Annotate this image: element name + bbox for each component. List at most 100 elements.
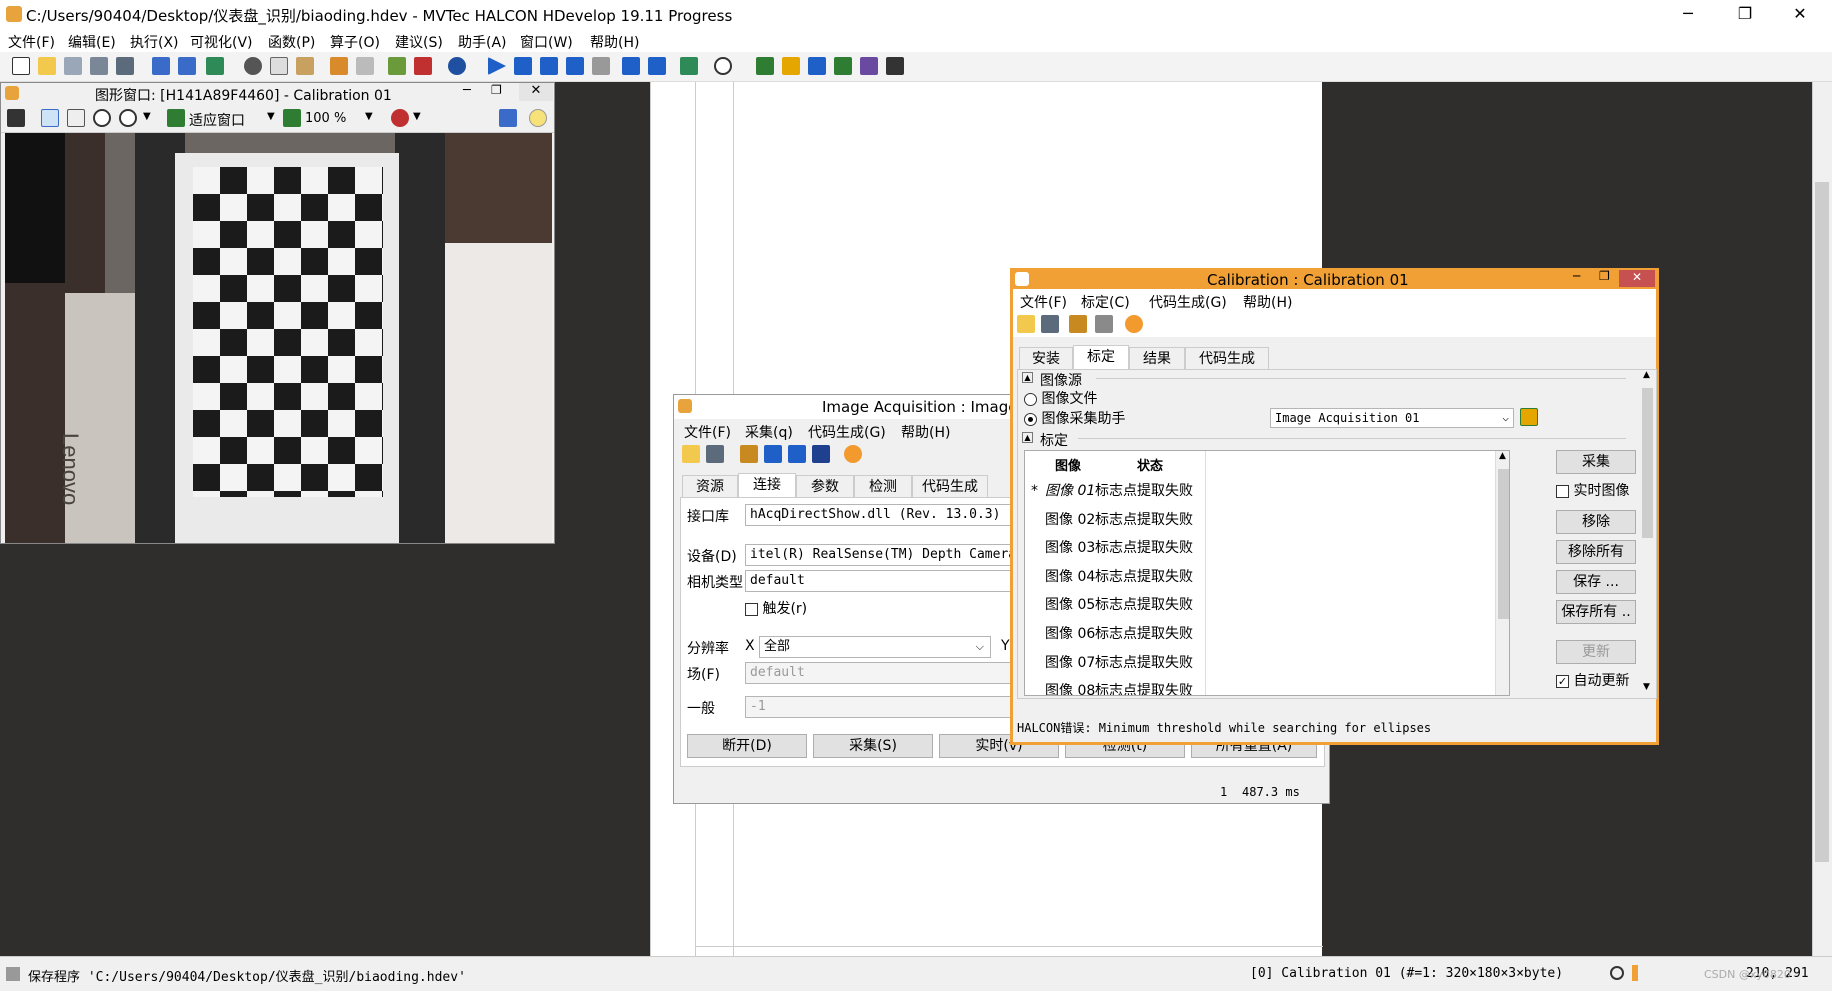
calib-minimize-button[interactable]: ─ [1573,269,1580,283]
menu-assistants[interactable]: 助手(A) [458,32,507,52]
redo-icon[interactable] [356,57,374,75]
help-icon[interactable] [844,445,862,463]
tab-results[interactable]: 结果 [1129,347,1185,369]
remove-all-button[interactable]: 移除所有 [1556,540,1636,564]
acq-assistant-select[interactable]: Image Acquisition 01 ⌵ [1270,408,1514,428]
acq-menu-acquire[interactable]: 采集(q) [745,422,793,442]
new-file-icon[interactable] [12,57,30,75]
table-row[interactable]: 图像 06 标志点提取失败 [1025,620,1205,648]
menu-suggestions[interactable]: 建议(S) [395,32,443,52]
table-row[interactable]: 图像 07 标志点提取失败 [1025,649,1205,677]
inspect-icon[interactable] [834,57,852,75]
menu-functions[interactable]: 函数(P) [268,32,315,52]
menu-edit[interactable]: 编辑(E) [68,32,116,52]
find-icon[interactable] [448,57,466,75]
reset-program-icon[interactable] [622,57,640,75]
table-scrollbar[interactable]: ▲ [1495,451,1509,695]
collapse-source-icon[interactable]: ▲ [1022,372,1033,383]
line-profile-icon[interactable] [860,57,878,75]
zoom-percent-label[interactable]: 100 % [305,111,346,126]
chevron-down-icon[interactable]: ▼ [267,111,275,122]
fit-window-label[interactable]: 适应窗口 [189,110,245,130]
tab-connection[interactable]: 连接 [738,473,796,497]
save-all-button[interactable]: 保存所有 .. [1556,600,1636,624]
import-icon[interactable] [152,57,170,75]
fit-window-icon[interactable] [167,109,185,127]
tab-source[interactable]: 资源 [682,475,738,497]
radio-image-file-dot[interactable] [1024,392,1037,406]
open-icon[interactable] [1017,315,1035,333]
paste-icon[interactable] [296,57,314,75]
read-image-icon[interactable] [206,57,224,75]
timer-icon[interactable] [714,57,732,75]
comment-icon[interactable] [388,57,406,75]
chevron-down-icon[interactable]: ▼ [413,111,421,122]
snap-button[interactable]: 采集(S) [813,734,933,758]
resolution-select[interactable]: 全部 ⌵ [759,636,991,658]
remove-button[interactable]: 移除 [1556,510,1636,534]
table-row[interactable]: 图像 04 标志点提取失败 [1025,563,1205,591]
calib-menu-calibrate[interactable]: 标定(C) [1081,292,1130,312]
calib-menu-file[interactable]: 文件(F) [1020,292,1067,312]
chevron-down-icon[interactable]: ▼ [143,111,151,122]
tab-parameters[interactable]: 参数 [796,475,854,497]
cut-icon[interactable] [244,57,262,75]
auto-update-checkbox[interactable]: ✓ 自动更新 [1556,670,1629,690]
acq-menu-help[interactable]: 帮助(H) [901,422,950,442]
calib-menu-codegen[interactable]: 代码生成(G) [1149,292,1227,312]
pointer-icon[interactable] [41,109,59,127]
stop-icon[interactable] [592,57,610,75]
magnify-icon[interactable] [93,109,111,127]
pan-hand-icon[interactable] [67,109,85,127]
auto-update-checkbox-box[interactable]: ✓ [1556,674,1569,688]
run-icon[interactable] [488,57,506,75]
menu-execute[interactable]: 执行(X) [130,32,179,52]
tab-code-generation[interactable]: 代码生成 [912,475,988,497]
scroll-down-icon[interactable]: ▼ [1643,682,1650,692]
table-row[interactable]: * 图像 01 标志点提取失败 [1025,477,1205,505]
help-icon[interactable] [1125,315,1143,333]
open-file-icon[interactable] [38,57,56,75]
copy-icon[interactable] [270,57,288,75]
gw-minimize-button[interactable]: ─ [463,83,471,98]
menu-window[interactable]: 窗口(W) [520,32,573,52]
workspace-scrollbar[interactable] [1812,82,1832,956]
zoom-percent-icon[interactable] [283,109,301,127]
menu-file[interactable]: 文件(F) [8,32,55,52]
radio-acq-assistant-dot[interactable] [1024,412,1037,426]
undo-icon[interactable] [330,57,348,75]
trigger-checkbox-box[interactable] [745,602,758,616]
panel-scrollbar[interactable]: ▲ ▼ [1640,370,1656,698]
print-icon[interactable] [116,57,134,75]
reset-all-icon[interactable] [648,57,666,75]
disconnect-button[interactable]: 断开(D) [687,734,807,758]
graphics-settings-icon[interactable] [499,109,517,127]
table-row[interactable]: 图像 02 标志点提取失败 [1025,506,1205,534]
acq-menu-codegen[interactable]: 代码生成(G) [808,422,886,442]
tab-calibration[interactable]: 标定 [1073,345,1129,369]
uncomment-icon[interactable] [414,57,432,75]
menu-operators[interactable]: 算子(O) [330,32,380,52]
chevron-down-icon[interactable]: ⌵ [976,637,984,657]
collapse-calib-icon[interactable]: ▲ [1022,432,1033,443]
step-out-icon[interactable] [566,57,584,75]
table-row[interactable]: 图像 08 标志点提取失败 [1025,677,1205,695]
camera-icon[interactable] [788,445,806,463]
acq-menu-file[interactable]: 文件(F) [684,422,731,442]
tab-code-generation[interactable]: 代码生成 [1185,347,1269,369]
live-image-checkbox[interactable]: 实时图像 [1556,480,1629,500]
open-assistant-icon[interactable] [1520,408,1538,426]
lightbulb-icon[interactable] [529,109,547,127]
connect-icon[interactable] [764,445,782,463]
calib-restore-button[interactable]: ❐ [1599,269,1610,283]
close-button[interactable]: ✕ [1777,0,1823,28]
feature-histogram-icon[interactable] [808,57,826,75]
save-icon[interactable] [1041,315,1059,333]
gw-restore-button[interactable]: ❐ [491,83,502,97]
calibration-image[interactable]: Lenovo [5,133,552,543]
maximize-button[interactable]: ❐ [1722,0,1768,28]
menu-visualize[interactable]: 可视化(V) [190,32,253,52]
tab-setup[interactable]: 安装 [1019,347,1073,369]
table-row[interactable]: 图像 03 标志点提取失败 [1025,534,1205,562]
ocr-icon[interactable] [886,57,904,75]
